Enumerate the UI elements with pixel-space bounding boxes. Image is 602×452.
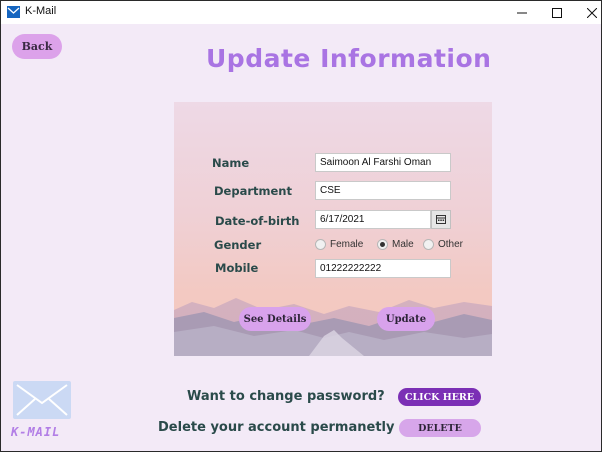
calendar-icon bbox=[436, 215, 446, 224]
radio-label-male: Male bbox=[392, 239, 414, 250]
maximize-button[interactable] bbox=[539, 1, 575, 24]
mobile-field[interactable]: 01222222222 bbox=[315, 259, 451, 278]
window-title: K-Mail bbox=[25, 5, 57, 17]
click-here-button[interactable]: CLICK HERE bbox=[398, 388, 481, 406]
radio-circle bbox=[315, 239, 326, 250]
dob-field[interactable]: 6/17/2021 bbox=[315, 210, 431, 229]
dob-label: Date-of-birth bbox=[215, 214, 300, 228]
minimize-button[interactable] bbox=[504, 1, 540, 24]
radio-circle bbox=[423, 239, 434, 250]
name-label: Name bbox=[212, 156, 250, 170]
date-picker-button[interactable] bbox=[431, 210, 451, 229]
gender-radio-male[interactable]: Male bbox=[377, 239, 414, 250]
radio-label-other: Other bbox=[438, 239, 464, 250]
app-window: K-Mail Back Update Information Name Saim… bbox=[0, 0, 602, 452]
gender-radio-female[interactable]: Female bbox=[315, 239, 363, 250]
see-details-button[interactable]: See Details bbox=[239, 307, 311, 331]
envelope-logo bbox=[13, 381, 71, 419]
radio-label-female: Female bbox=[330, 239, 364, 250]
close-icon bbox=[587, 7, 597, 18]
back-button[interactable]: Back bbox=[12, 34, 62, 59]
department-field[interactable]: CSE bbox=[315, 181, 451, 200]
minimize-icon bbox=[517, 12, 527, 13]
update-button[interactable]: Update bbox=[377, 307, 435, 331]
maximize-icon bbox=[552, 7, 562, 18]
name-field[interactable]: Saimoon Al Farshi Oman bbox=[315, 153, 451, 172]
change-password-prompt: Want to change password? bbox=[187, 389, 385, 404]
radio-circle-selected bbox=[377, 239, 388, 250]
title-bar: K-Mail bbox=[1, 1, 601, 24]
mountain-scenery bbox=[174, 298, 492, 356]
envelope-logo-icon bbox=[16, 384, 68, 416]
close-button[interactable] bbox=[574, 1, 601, 24]
page-title: Update Information bbox=[206, 44, 492, 73]
form-panel: Name Saimoon Al Farshi Oman Department C… bbox=[174, 102, 492, 356]
logo-text: K-MAIL bbox=[11, 425, 61, 439]
delete-account-prompt: Delete your account permanetly bbox=[158, 420, 395, 435]
gender-radio-other[interactable]: Other bbox=[423, 239, 463, 250]
main-content: Back Update Information Name Saimoon Al … bbox=[1, 24, 601, 451]
mobile-label: Mobile bbox=[215, 261, 259, 275]
app-mail-icon bbox=[7, 6, 20, 18]
delete-button[interactable]: DELETE bbox=[399, 419, 481, 437]
department-label: Department bbox=[214, 184, 292, 198]
gender-label: Gender bbox=[214, 238, 262, 252]
